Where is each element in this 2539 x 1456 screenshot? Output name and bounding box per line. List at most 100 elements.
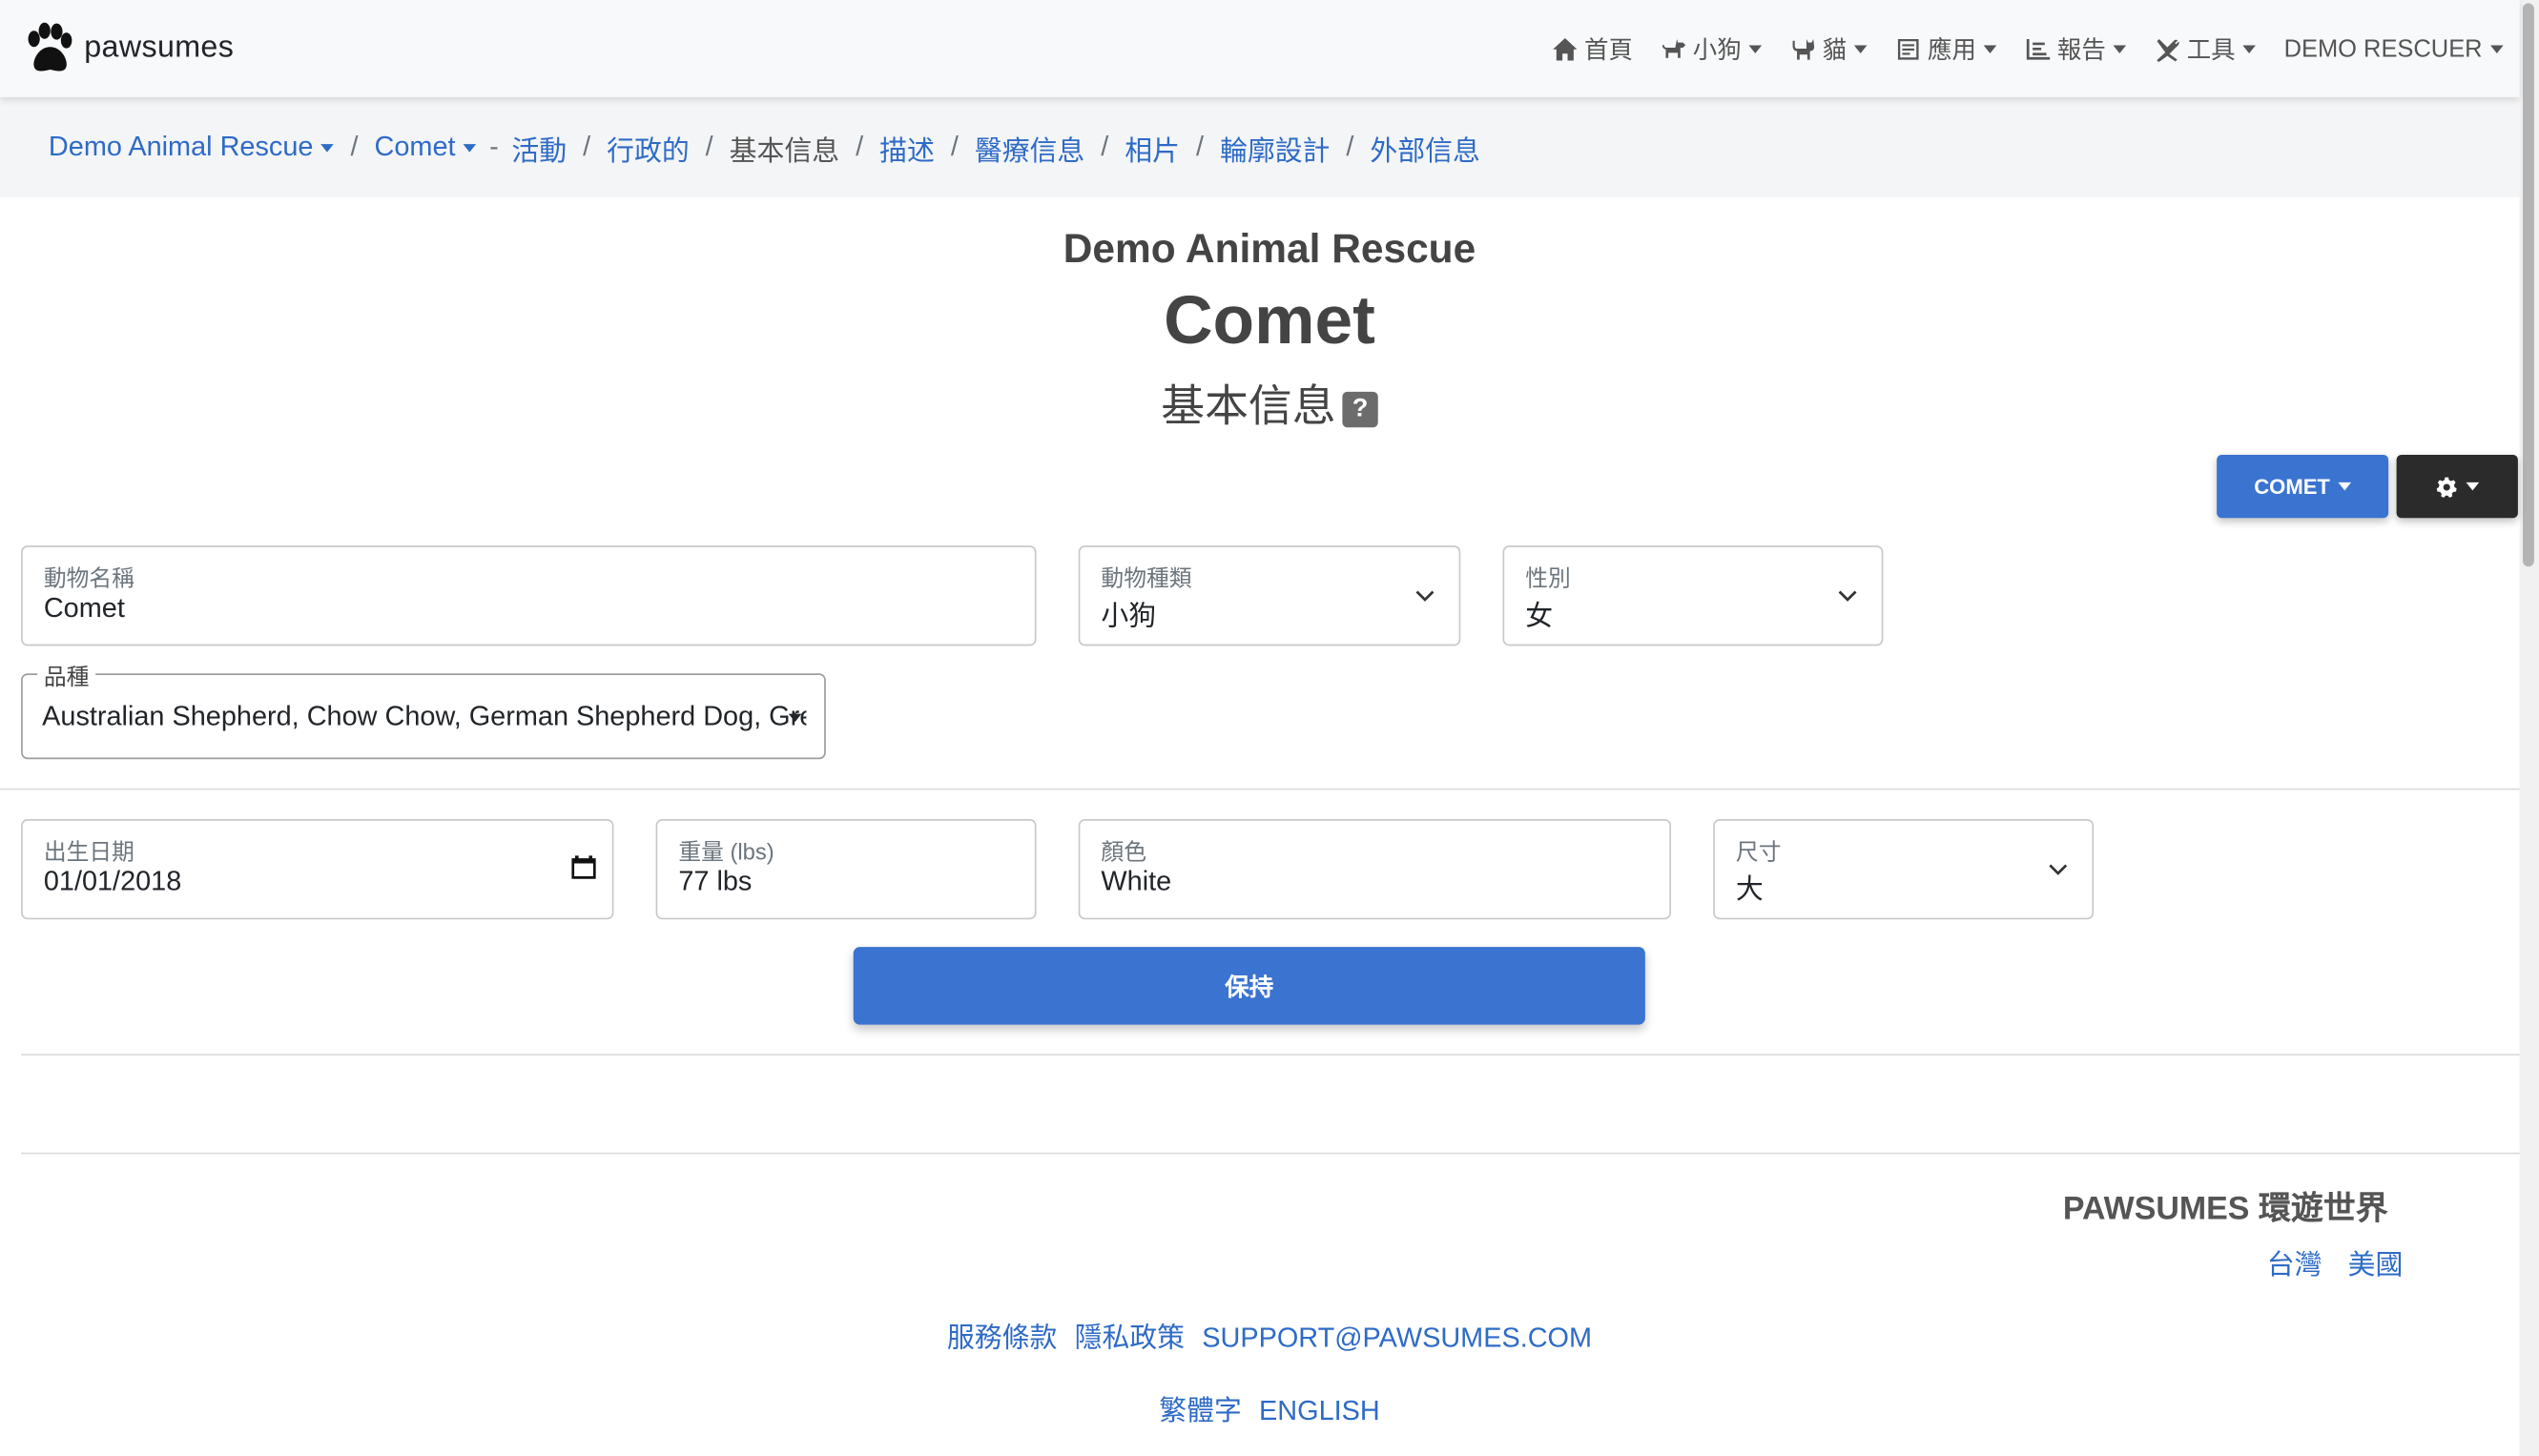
- nav-tools-label: 工具: [2186, 36, 2236, 65]
- birth-date-label: 出生日期: [43, 838, 134, 865]
- brand-name: pawsumes: [84, 31, 235, 65]
- divider: [21, 1054, 2520, 1056]
- color-value: White: [1101, 866, 1172, 897]
- animal-name-field[interactable]: 動物名稱 Comet: [21, 545, 1037, 646]
- breadcrumb-profile[interactable]: 輪廓設計: [1220, 127, 1330, 167]
- breadcrumb: Demo Animal Rescue / Comet - 活動 / 行政的 / …: [0, 96, 2520, 198]
- breadcrumb-separator: /: [350, 131, 359, 162]
- breadcrumb-separator: /: [856, 131, 864, 162]
- breed-label: 品種: [37, 660, 96, 693]
- animal-name-label: 動物名稱: [43, 564, 134, 591]
- paw-icon: [28, 22, 72, 72]
- breadcrumb-org-dropdown[interactable]: Demo Animal Rescue: [49, 132, 335, 164]
- footer-terms-link[interactable]: 服務條款: [947, 1323, 1057, 1353]
- divider: [0, 788, 2520, 790]
- settings-menu-button[interactable]: [2396, 455, 2518, 519]
- nav-cats[interactable]: 貓: [1790, 31, 1868, 66]
- weight-label: 重量 (lbs): [678, 838, 774, 865]
- birth-date-value: 01/01/2018: [43, 866, 182, 897]
- size-value: 大: [1735, 873, 1764, 906]
- breadcrumb-external[interactable]: 外部信息: [1370, 127, 1479, 167]
- breadcrumb-description[interactable]: 描述: [879, 127, 935, 167]
- nav-cats-label: 貓: [1822, 36, 1847, 65]
- nav-applications-label: 應用: [1928, 36, 1976, 65]
- size-select[interactable]: 尺寸 大: [1713, 819, 2095, 920]
- animal-name-value: Comet: [43, 592, 125, 624]
- species-select[interactable]: 動物種類 小狗: [1078, 545, 1461, 646]
- chevron-down-icon: [1749, 44, 1763, 53]
- footer-brand: PAWSUMES 環遊世界: [2062, 1191, 2388, 1227]
- nav-home[interactable]: 首頁: [1552, 31, 1633, 66]
- home-icon: [1553, 37, 1579, 60]
- breadcrumb-separator: /: [705, 131, 713, 162]
- species-value: 小狗: [1101, 600, 1157, 632]
- chevron-down-icon: [2047, 858, 2070, 881]
- weight-field[interactable]: 重量 (lbs) 77 lbs: [655, 819, 1037, 920]
- nav-user-menu[interactable]: DEMO RESCUER: [2283, 34, 2504, 63]
- breed-value: Australian Shepherd, Chow Chow, German S…: [42, 701, 806, 732]
- breadcrumb-dash: -: [489, 131, 499, 162]
- chevron-down-icon: [1414, 584, 1436, 607]
- org-heading: Demo Animal Rescue: [1063, 226, 1476, 273]
- chevron-down-icon: [2490, 44, 2504, 53]
- nav-applications[interactable]: 應用: [1895, 31, 1998, 66]
- tools-icon: [2157, 38, 2180, 61]
- footer-country-taiwan[interactable]: 台灣: [2267, 1250, 2322, 1281]
- nav-dogs[interactable]: 小狗: [1661, 31, 1763, 66]
- nav-tools[interactable]: 工具: [2155, 31, 2257, 66]
- brand[interactable]: pawsumes: [19, 19, 234, 77]
- gender-label: 性別: [1525, 564, 1571, 591]
- color-field[interactable]: 顏色 White: [1078, 819, 1672, 920]
- footer-support-email-link[interactable]: SUPPORT@PAWSUMES.COM: [1202, 1323, 1592, 1353]
- calendar-icon[interactable]: [570, 853, 598, 881]
- chevron-down-icon: [2466, 482, 2480, 491]
- size-label: 尺寸: [1735, 838, 1782, 865]
- chevron-down-icon: [1836, 584, 1859, 607]
- nav-reports-label: 報告: [2056, 36, 2106, 65]
- animal-name-heading: Comet: [1164, 281, 1375, 359]
- footer-countries: 台灣 美國: [2267, 1241, 2404, 1282]
- breadcrumb-org-label: Demo Animal Rescue: [48, 131, 314, 162]
- breadcrumb-medical[interactable]: 醫療信息: [975, 127, 1084, 167]
- nav-menu: 首頁 小狗 貓 應用 報告 工具 DEMO RESCUER: [1524, 31, 2504, 66]
- breadcrumb-admin[interactable]: 行政的: [607, 127, 690, 167]
- nav-user-label: DEMO RESCUER: [2283, 34, 2483, 63]
- nav-dogs-label: 小狗: [1692, 36, 1742, 65]
- animal-menu-button[interactable]: COMET: [2217, 455, 2389, 519]
- color-label: 顏色: [1101, 838, 1146, 865]
- breadcrumb-separator: /: [1101, 131, 1109, 162]
- chart-icon: [2027, 38, 2051, 59]
- save-button[interactable]: 保持: [853, 947, 1645, 1025]
- chevron-down-icon: [464, 144, 477, 153]
- gender-value: 女: [1525, 600, 1554, 632]
- divider: [21, 1152, 2520, 1155]
- chevron-down-icon: [2114, 44, 2127, 53]
- chevron-down-icon: [2338, 482, 2352, 491]
- gender-select[interactable]: 性別 女: [1502, 545, 1884, 646]
- save-button-label: 保持: [1225, 974, 1274, 1002]
- footer-languages: 繁體字 ENGLISH: [0, 1387, 2539, 1427]
- language-english[interactable]: ENGLISH: [1259, 1395, 1380, 1425]
- help-icon[interactable]: ?: [1342, 391, 1378, 428]
- breadcrumb-separator: /: [1346, 131, 1354, 162]
- breadcrumb-animal-label: Comet: [374, 131, 456, 162]
- weight-value: 77 lbs: [678, 866, 753, 897]
- footer-links: 服務條款 隱私政策 SUPPORT@PAWSUMES.COM: [0, 1315, 2539, 1355]
- breed-select[interactable]: 品種 Australian Shepherd, Chow Chow, Germa…: [21, 660, 826, 760]
- chevron-down-icon: [788, 713, 802, 723]
- chevron-down-icon: [1854, 44, 1868, 53]
- breadcrumb-animal-dropdown[interactable]: Comet: [375, 132, 477, 164]
- footer-privacy-link[interactable]: 隱私政策: [1075, 1323, 1185, 1353]
- animal-menu-label: COMET: [2254, 474, 2330, 499]
- cat-icon: [1793, 38, 1815, 59]
- language-traditional-chinese[interactable]: 繁體字: [1159, 1395, 1242, 1425]
- nav-reports[interactable]: 報告: [2025, 31, 2127, 66]
- section-title: 基本信息: [1161, 381, 1336, 431]
- breadcrumb-separator: /: [950, 131, 959, 162]
- breadcrumb-photos[interactable]: 相片: [1125, 127, 1180, 167]
- chevron-down-icon: [320, 144, 335, 153]
- birth-date-field[interactable]: 出生日期 01/01/2018: [21, 819, 614, 920]
- breadcrumb-activity[interactable]: 活動: [511, 127, 567, 167]
- top-navbar: pawsumes 首頁 小狗 貓 應用 報告 工具 DEMO RESCUER: [0, 0, 2520, 97]
- footer-country-usa[interactable]: 美國: [2348, 1250, 2404, 1281]
